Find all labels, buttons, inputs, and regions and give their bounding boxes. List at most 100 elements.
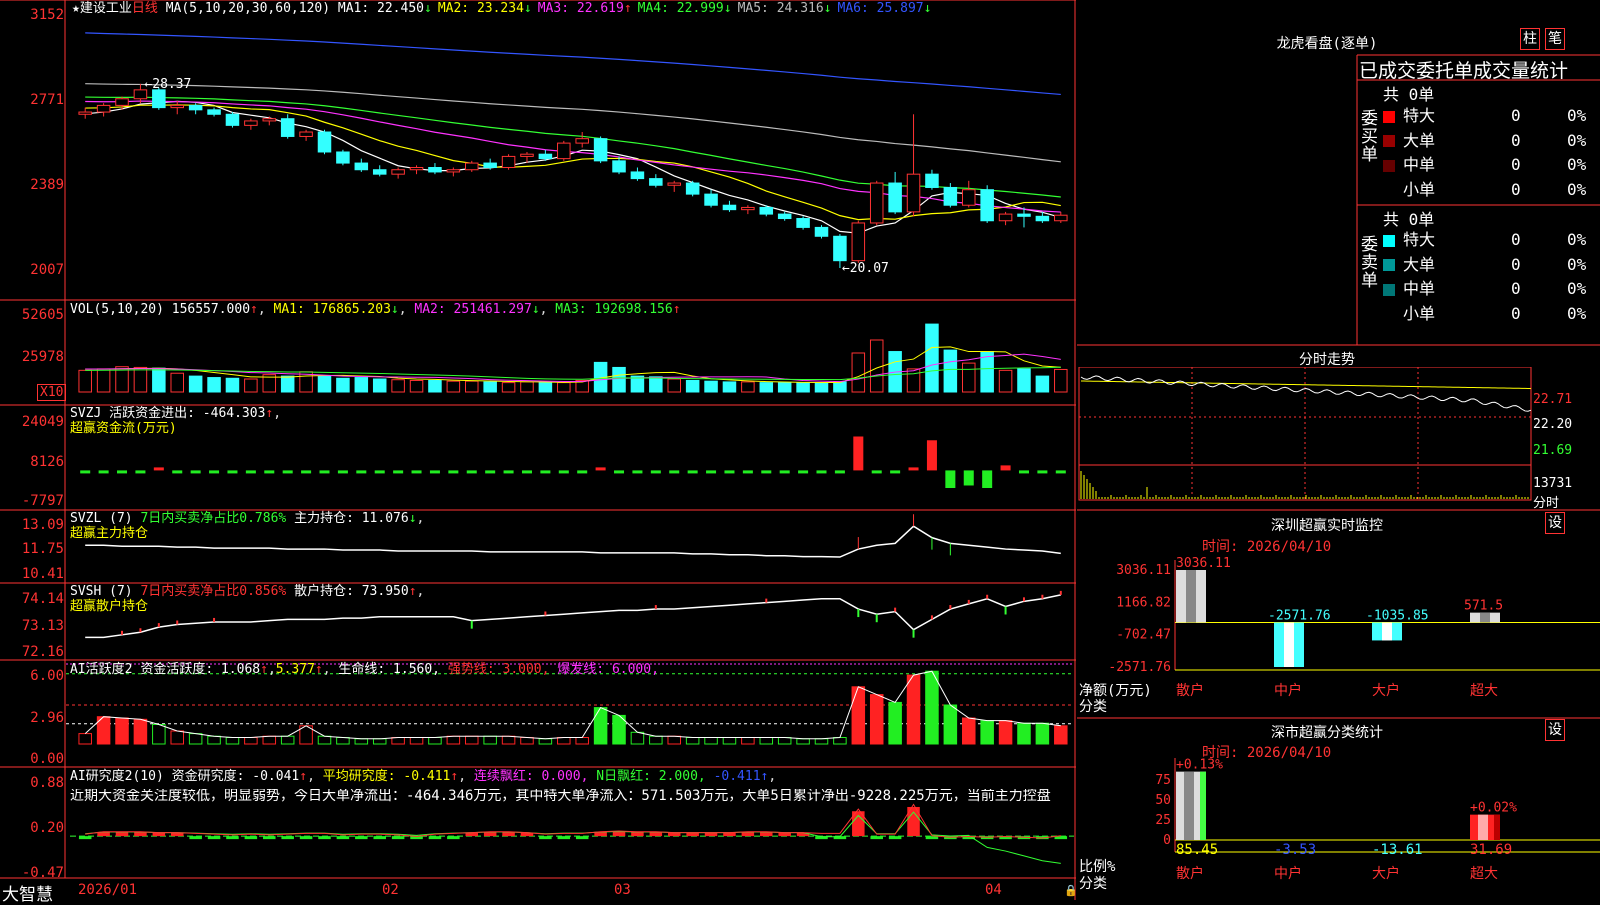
x-tick: 04: [985, 882, 1002, 898]
cls-bar: [1470, 814, 1500, 840]
cls-ytick: 25: [1155, 813, 1171, 828]
candle-body: [925, 173, 939, 188]
vol-bar: [354, 377, 369, 393]
line-mode-button[interactable]: 笔: [1545, 28, 1565, 50]
color-swatch: [1383, 283, 1395, 296]
cls-category-label: 大户: [1372, 865, 1400, 882]
ai1-bar: [943, 704, 958, 745]
candle-body: [814, 226, 829, 237]
x-tick: 03: [614, 882, 631, 898]
candle-body: [152, 89, 166, 109]
cls-ytick: 75: [1155, 773, 1171, 788]
order-pct: 0%: [1567, 279, 1587, 298]
candle-body: [851, 222, 866, 262]
ai2-t4: N日飘红: 2.000,: [596, 769, 706, 784]
ai2-bar: [263, 836, 276, 840]
order-pct: 0%: [1567, 106, 1587, 125]
bar-mode-button[interactable]: 柱: [1520, 28, 1540, 50]
ma-spec: MA(5,10,20,30,60,120): [165, 1, 331, 16]
favorite-star-icon[interactable]: ★: [72, 1, 80, 16]
ma-legend-item: MA1: 22.450↓: [337, 1, 432, 16]
vol-ma2: MA2: 251461.297: [414, 302, 532, 317]
ai2-ytick: 0.20: [30, 820, 64, 836]
svzj-bar: [1000, 465, 1011, 471]
candle-body: [465, 162, 479, 171]
order-pct: 0%: [1567, 230, 1587, 249]
svzj-bar: [540, 470, 551, 474]
svzl-t1: 7日内买卖净占比0.786%: [140, 511, 287, 526]
ai1-bar: [152, 724, 166, 745]
svzj-bar: [411, 470, 422, 474]
ai2-bar: [888, 836, 902, 840]
ai2-bar: [336, 836, 350, 840]
svzj-bar: [429, 470, 440, 474]
ai1-bar: [1035, 722, 1050, 745]
svzj-bar: [227, 470, 238, 474]
ai2-legend: AI研究度2(10) 资金研究度: -0.041↑, 平均研究度: -0.411…: [70, 769, 777, 784]
low-annotation: ←20.07: [842, 261, 889, 276]
ai1-bar: [133, 718, 148, 745]
order-count: 0: [1511, 179, 1521, 199]
cls-change-label: +0.02%: [1470, 801, 1517, 816]
ma-legend-item: MA6: 25.897↓: [837, 1, 932, 16]
ai1-bar: [207, 735, 221, 745]
ma-legend-item: MA5: 24.316↓: [737, 1, 832, 16]
sz-bar: [1176, 570, 1206, 623]
ai1-bar: [1054, 725, 1068, 745]
vol-bar: [244, 378, 258, 393]
stock-name[interactable]: 建设工业: [80, 1, 132, 16]
svzj-bar: [706, 470, 717, 474]
ai1-bar: [777, 737, 792, 745]
ai1-bar: [336, 737, 350, 745]
candle-body: [888, 182, 902, 213]
vol-bar: [207, 377, 221, 393]
svzj-bar: [393, 470, 404, 474]
svzj-bar: [80, 470, 91, 474]
ai1-bar: [244, 737, 258, 745]
vol-bar: [133, 366, 148, 393]
brand-label: 大智慧: [2, 885, 53, 905]
candle-body: [630, 171, 645, 180]
svzj-bar: [172, 470, 183, 474]
ai1-bar: [262, 735, 277, 745]
ai1-bar: [593, 707, 608, 745]
period-label[interactable]: 日线: [132, 1, 158, 16]
cls-bar-edge: [1200, 771, 1206, 840]
ai2-t3: 连续飘红: 0.000,: [473, 769, 589, 784]
vol-bar: [796, 382, 810, 393]
ma-legend-item: MA2: 23.234↓: [437, 1, 532, 16]
ai1-spec: AI活跃度2: [70, 662, 133, 677]
vol-bar: [317, 375, 332, 393]
ai2-bar: [244, 836, 258, 840]
order-type-label: 中单: [1403, 279, 1436, 298]
svzj-bar: [834, 470, 845, 474]
svzj-bar: [466, 470, 477, 474]
ai1-bar: [814, 738, 829, 745]
svzj-bar: [503, 470, 514, 474]
vol-ytick: 52605: [21, 307, 64, 323]
lock-icon[interactable]: 🔒: [1064, 884, 1078, 897]
vol-bar: [704, 380, 718, 393]
svzj-bar: [632, 470, 643, 474]
svzj-ytick: -7797: [21, 493, 64, 509]
svzj-bar: [521, 470, 532, 474]
order-pct: 0%: [1567, 130, 1587, 150]
candle-body: [998, 213, 1013, 222]
ai1-bar: [483, 735, 497, 745]
ai1-bar: [685, 737, 700, 745]
ai1-bar: [575, 737, 589, 745]
vol-legend: VOL(5,10,20) 156557.000↑, MA1: 176865.20…: [70, 302, 681, 317]
vol-bar: [280, 375, 295, 393]
candle-body: [520, 153, 534, 157]
svzj-bar: [337, 470, 348, 474]
candle-body: [317, 131, 332, 153]
order-count: 0: [1511, 106, 1521, 125]
candle-body: [299, 131, 313, 137]
svzj-bar: [816, 470, 827, 474]
classify-chart: 75 50 25 0 +0.13% 85.45 散户 -3.53 中户 -13.61 大户 +0.02…: [1155, 758, 1600, 882]
ai1-ytick: 6.00: [30, 668, 64, 684]
svzl-legend: SVZL (7) 7日内买卖净占比0.786% 主力持仓: 11.076↓, 超…: [70, 511, 425, 541]
order-type-label: 中单: [1403, 155, 1436, 174]
vol-bar: [722, 381, 737, 393]
candle-body: [575, 138, 589, 144]
